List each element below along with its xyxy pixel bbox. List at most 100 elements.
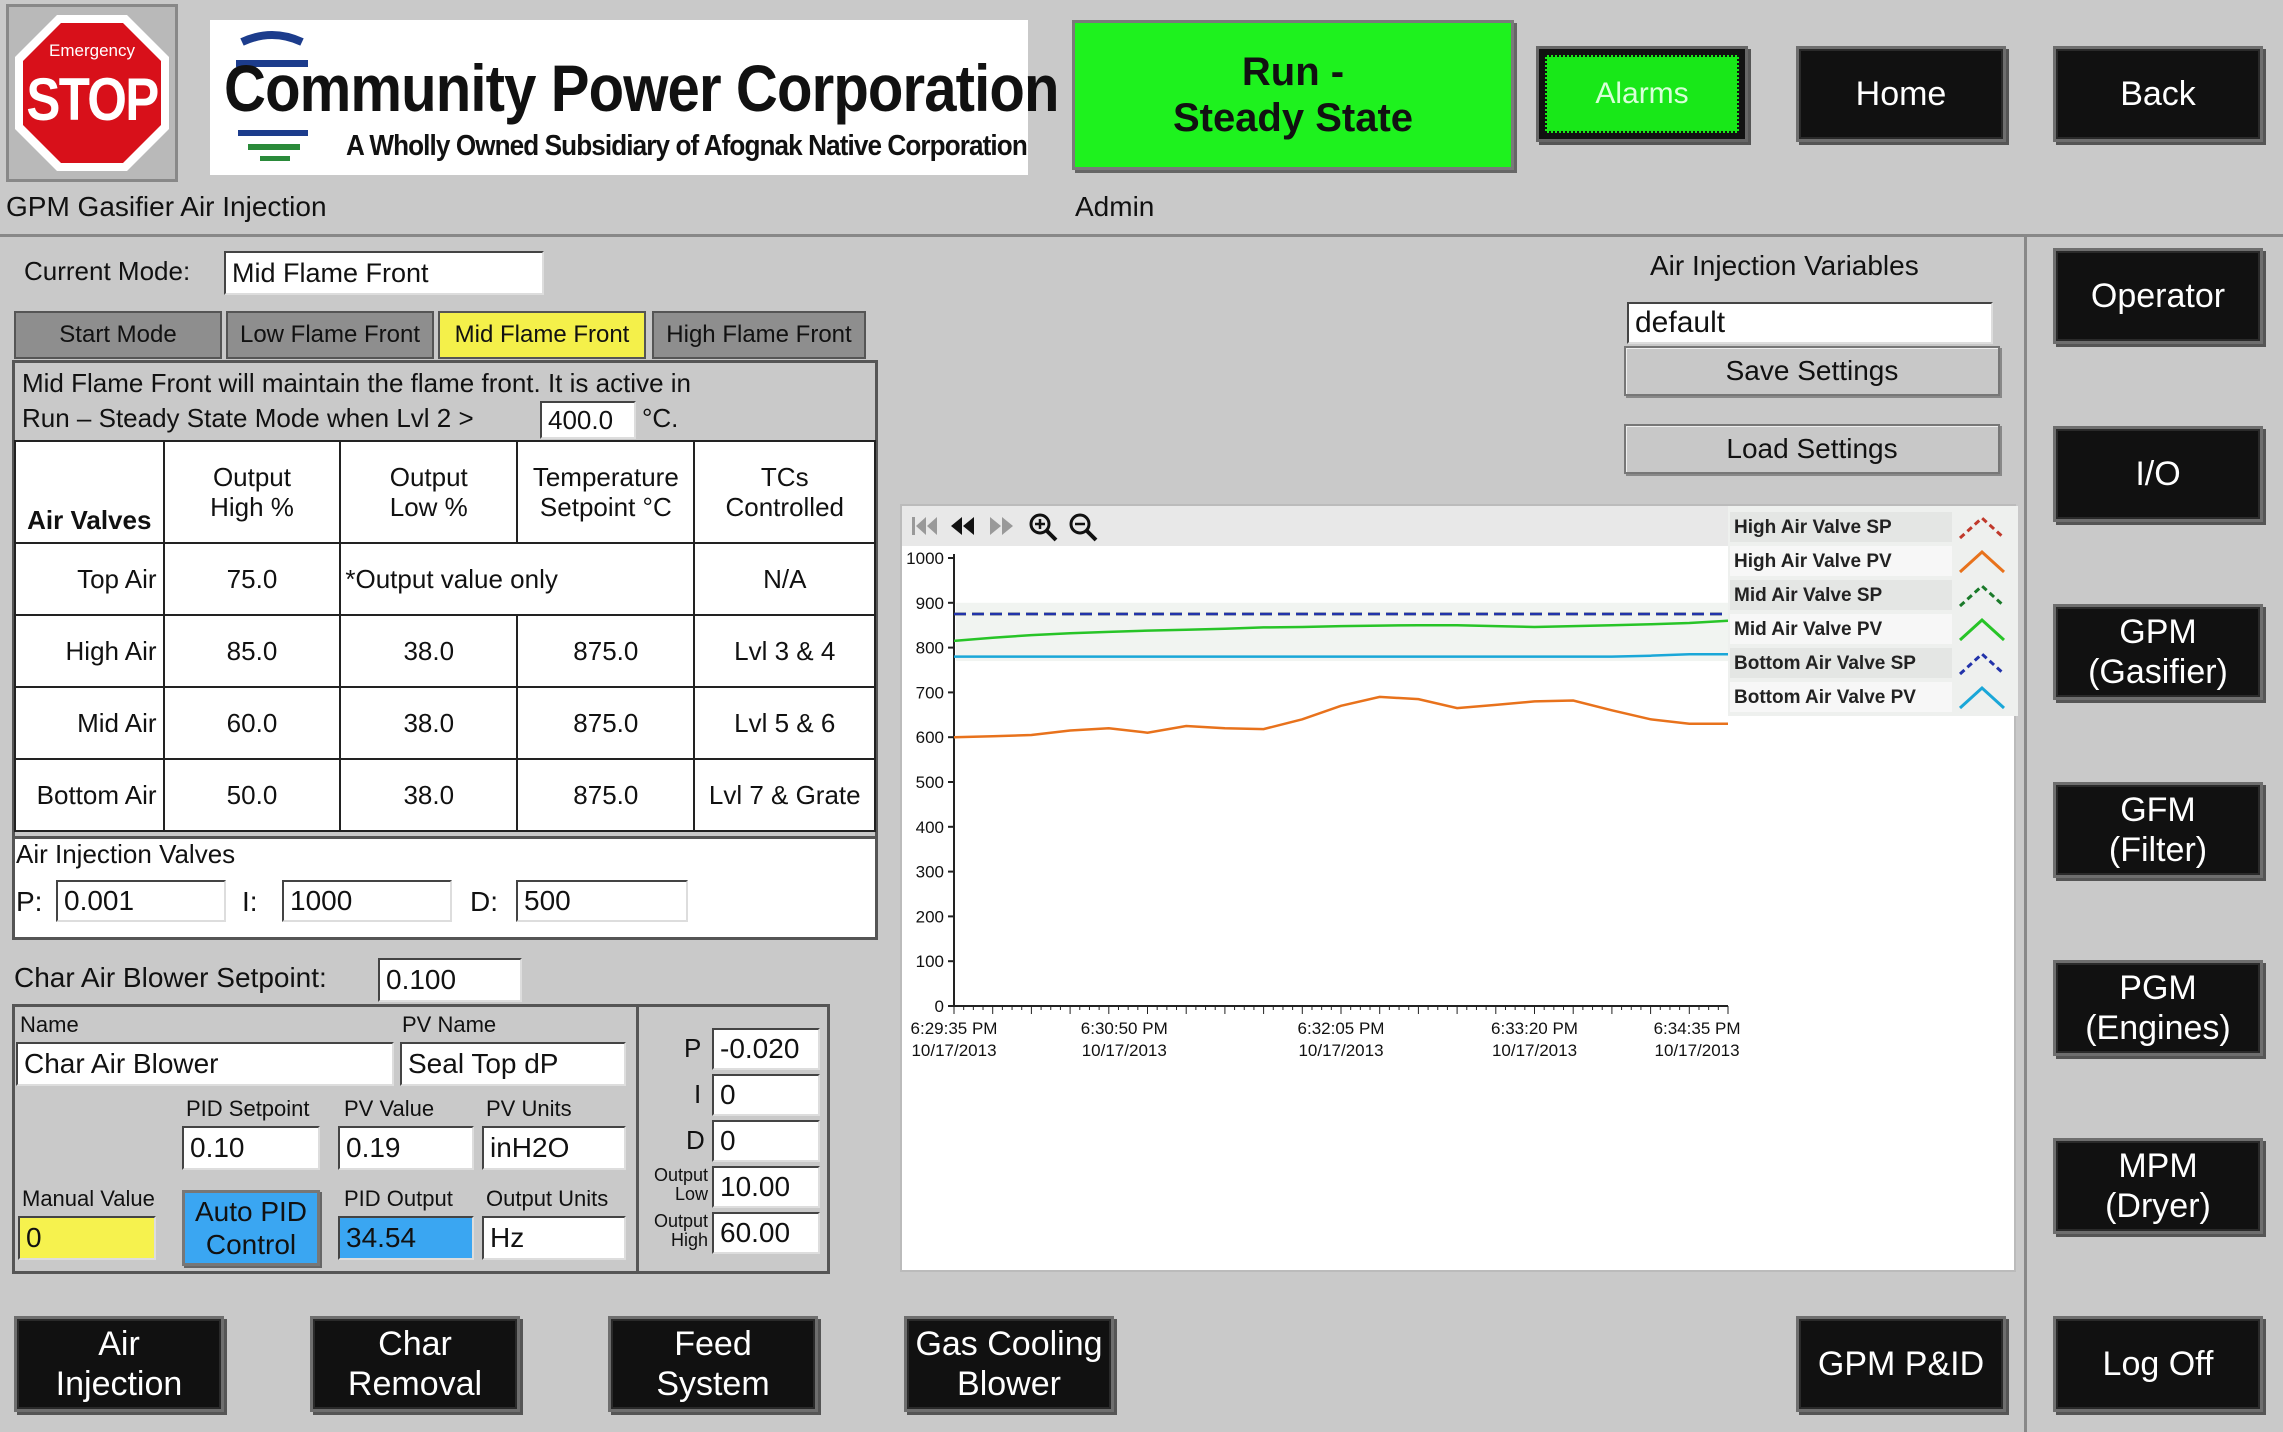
- output-units-label: Output Units: [486, 1186, 609, 1211]
- estop-small-label: Emergency: [49, 41, 135, 60]
- series-high-air-valve-pv: [953, 695, 1728, 739]
- row-mid-air-sp[interactable]: 875.0: [516, 686, 696, 760]
- char-p-field[interactable]: -0.020: [712, 1028, 820, 1070]
- nav-mpm-line2: (Dryer): [2105, 1187, 2211, 1225]
- tab-low-flame-front[interactable]: Low Flame Front: [226, 311, 434, 359]
- char-d-field[interactable]: 0: [712, 1120, 820, 1162]
- row-high-air-tcs: Lvl 3 & 4: [693, 614, 876, 688]
- nav-mpm-line1: MPM: [2118, 1147, 2198, 1185]
- pid-p-field[interactable]: 0.001: [56, 880, 226, 922]
- y-tick-label: 700: [916, 683, 944, 702]
- gas-cooling-line2: Blower: [957, 1365, 1061, 1403]
- row-mid-air-tcs: Lvl 5 & 6: [693, 686, 876, 760]
- tab-mid-flame-front[interactable]: Mid Flame Front: [438, 311, 646, 359]
- row-mid-air-low[interactable]: 38.0: [339, 686, 519, 760]
- nav-gpm-line1: GPM: [2119, 613, 2197, 651]
- pv-name-field[interactable]: Seal Top dP: [400, 1042, 626, 1086]
- col-header-output-high: Output High %: [162, 440, 342, 544]
- mode-description-1: Mid Flame Front will maintain the flame …: [22, 368, 692, 398]
- home-button[interactable]: Home: [1796, 46, 2006, 142]
- y-tick-label: 100: [916, 952, 944, 971]
- nav-gpm-button[interactable]: GPM (Gasifier): [2053, 604, 2263, 700]
- row-top-air-note: *Output value only: [339, 542, 696, 616]
- char-setpoint-field[interactable]: 0.100: [378, 958, 522, 1002]
- estop-big-label: STOP: [26, 66, 159, 133]
- nav-gfm-button[interactable]: GFM (Filter): [2053, 782, 2263, 878]
- char-name-field[interactable]: Char Air Blower: [16, 1042, 394, 1086]
- feed-system-line2: System: [656, 1365, 770, 1403]
- pv-units-field[interactable]: inH2O: [482, 1126, 626, 1170]
- legend-label-bottom-air-valve-pv: Bottom Air Valve PV: [1734, 687, 1916, 708]
- load-settings-button[interactable]: Load Settings: [1624, 424, 2000, 474]
- nav-i-o-button[interactable]: I/O: [2053, 426, 2263, 522]
- pv-value-label: PV Value: [344, 1096, 435, 1121]
- row-top-air-tcs: N/A: [693, 542, 876, 616]
- nav-operator-line1: Operator: [2090, 277, 2226, 315]
- y-tick-label: 1000: [906, 549, 944, 568]
- legend-label-mid-air-valve-sp: Mid Air Valve SP: [1734, 585, 1883, 606]
- x-tick-date-label: 10/17/2013: [1082, 1041, 1167, 1060]
- char-removal-line2: Removal: [347, 1365, 483, 1403]
- pid-d-field[interactable]: 500: [516, 880, 688, 922]
- char-i-field[interactable]: 0: [712, 1074, 820, 1116]
- col-header-air-valves: Air Valves: [14, 440, 165, 544]
- output-high-field[interactable]: 60.00: [712, 1212, 820, 1254]
- company-subtitle: A Wholly Owned Subsidiary of Afognak Nat…: [346, 130, 1028, 162]
- col-header-tcs: TCs Controlled: [693, 440, 876, 544]
- tab-high-flame-front[interactable]: High Flame Front: [652, 311, 866, 359]
- variables-title: Air Injection Variables: [1650, 250, 1919, 281]
- char-removal-button[interactable]: Char Removal: [310, 1316, 520, 1412]
- tab-start-mode[interactable]: Start Mode: [14, 311, 222, 359]
- pid-output-field: 34.54: [338, 1216, 474, 1260]
- gas-cooling-blower-button[interactable]: Gas Cooling Blower: [904, 1316, 1114, 1412]
- auto-pid-control-button[interactable]: Auto PID Control: [182, 1190, 320, 1266]
- legend-label-mid-air-valve-pv: Mid Air Valve PV: [1734, 619, 1883, 640]
- pv-value-field: 0.19: [338, 1126, 474, 1170]
- legend-label-high-air-valve-sp: High Air Valve SP: [1734, 517, 1892, 538]
- company-logo: Community Power Corporation A Wholly Own…: [210, 20, 1059, 175]
- nav-mpm-button[interactable]: MPM (Dryer): [2053, 1138, 2263, 1234]
- row-bottom-air-sp[interactable]: 875.0: [516, 758, 696, 832]
- pid-p-label: P:: [16, 886, 43, 917]
- x-tick-time-label: 6:30:50 PM: [1081, 1019, 1168, 1038]
- save-settings-button[interactable]: Save Settings: [1624, 346, 2000, 396]
- screen-title: GPM Gasifier Air Injection: [6, 191, 327, 222]
- right-nav-divider: [2024, 236, 2027, 1432]
- row-high-air-high[interactable]: 85.0: [162, 614, 342, 688]
- row-high-air-sp[interactable]: 875.0: [516, 614, 696, 688]
- output-units-field[interactable]: Hz: [482, 1216, 626, 1260]
- output-low-field[interactable]: 10.00: [712, 1166, 820, 1208]
- legend-label-bottom-air-valve-sp: Bottom Air Valve SP: [1734, 653, 1916, 674]
- row-bottom-air-low[interactable]: 38.0: [339, 758, 519, 832]
- log-off-button[interactable]: Log Off: [2053, 1316, 2263, 1412]
- char-d-label: D: [686, 1125, 705, 1155]
- emergency-stop-button[interactable]: Emergency STOP: [6, 4, 178, 182]
- status-line-1: Run -: [1241, 50, 1345, 94]
- col-header-temp-setpoint: Temperature Setpoint °C: [516, 440, 696, 544]
- nav-operator-button[interactable]: Operator: [2053, 248, 2263, 344]
- y-tick-label: 300: [916, 863, 944, 882]
- alarms-button[interactable]: Alarms: [1536, 46, 1748, 142]
- nav-gfm-line1: GFM: [2120, 791, 2196, 829]
- air-injection-button[interactable]: Air Injection: [14, 1316, 224, 1412]
- nav-pgm-button[interactable]: PGM (Engines): [2053, 960, 2263, 1056]
- gpm-pid-button[interactable]: GPM P&ID: [1796, 1316, 2006, 1412]
- pid-i-field[interactable]: 1000: [282, 880, 452, 922]
- x-tick-date-label: 10/17/2013: [911, 1041, 996, 1060]
- y-tick-label: 0: [935, 997, 944, 1016]
- x-tick-time-label: 6:33:20 PM: [1491, 1019, 1578, 1038]
- row-bottom-air-high[interactable]: 50.0: [162, 758, 342, 832]
- row-high-air-low[interactable]: 38.0: [339, 614, 519, 688]
- feed-system-button[interactable]: Feed System: [608, 1316, 818, 1412]
- back-button[interactable]: Back: [2053, 46, 2263, 142]
- row-mid-air-high[interactable]: 60.0: [162, 686, 342, 760]
- threshold-field[interactable]: 400.0: [540, 401, 636, 439]
- char-i-label: I: [694, 1079, 702, 1109]
- pid-setpoint-field[interactable]: 0.10: [182, 1126, 320, 1170]
- row-top-air-high[interactable]: 75.0: [162, 542, 342, 616]
- x-tick-time-label: 6:34:35 PM: [1654, 1019, 1741, 1038]
- y-tick-label: 600: [916, 728, 944, 747]
- row-mid-air-name: Mid Air: [14, 686, 165, 760]
- manual-value-field[interactable]: 0: [18, 1216, 156, 1260]
- variables-name-field[interactable]: default: [1627, 302, 1993, 344]
